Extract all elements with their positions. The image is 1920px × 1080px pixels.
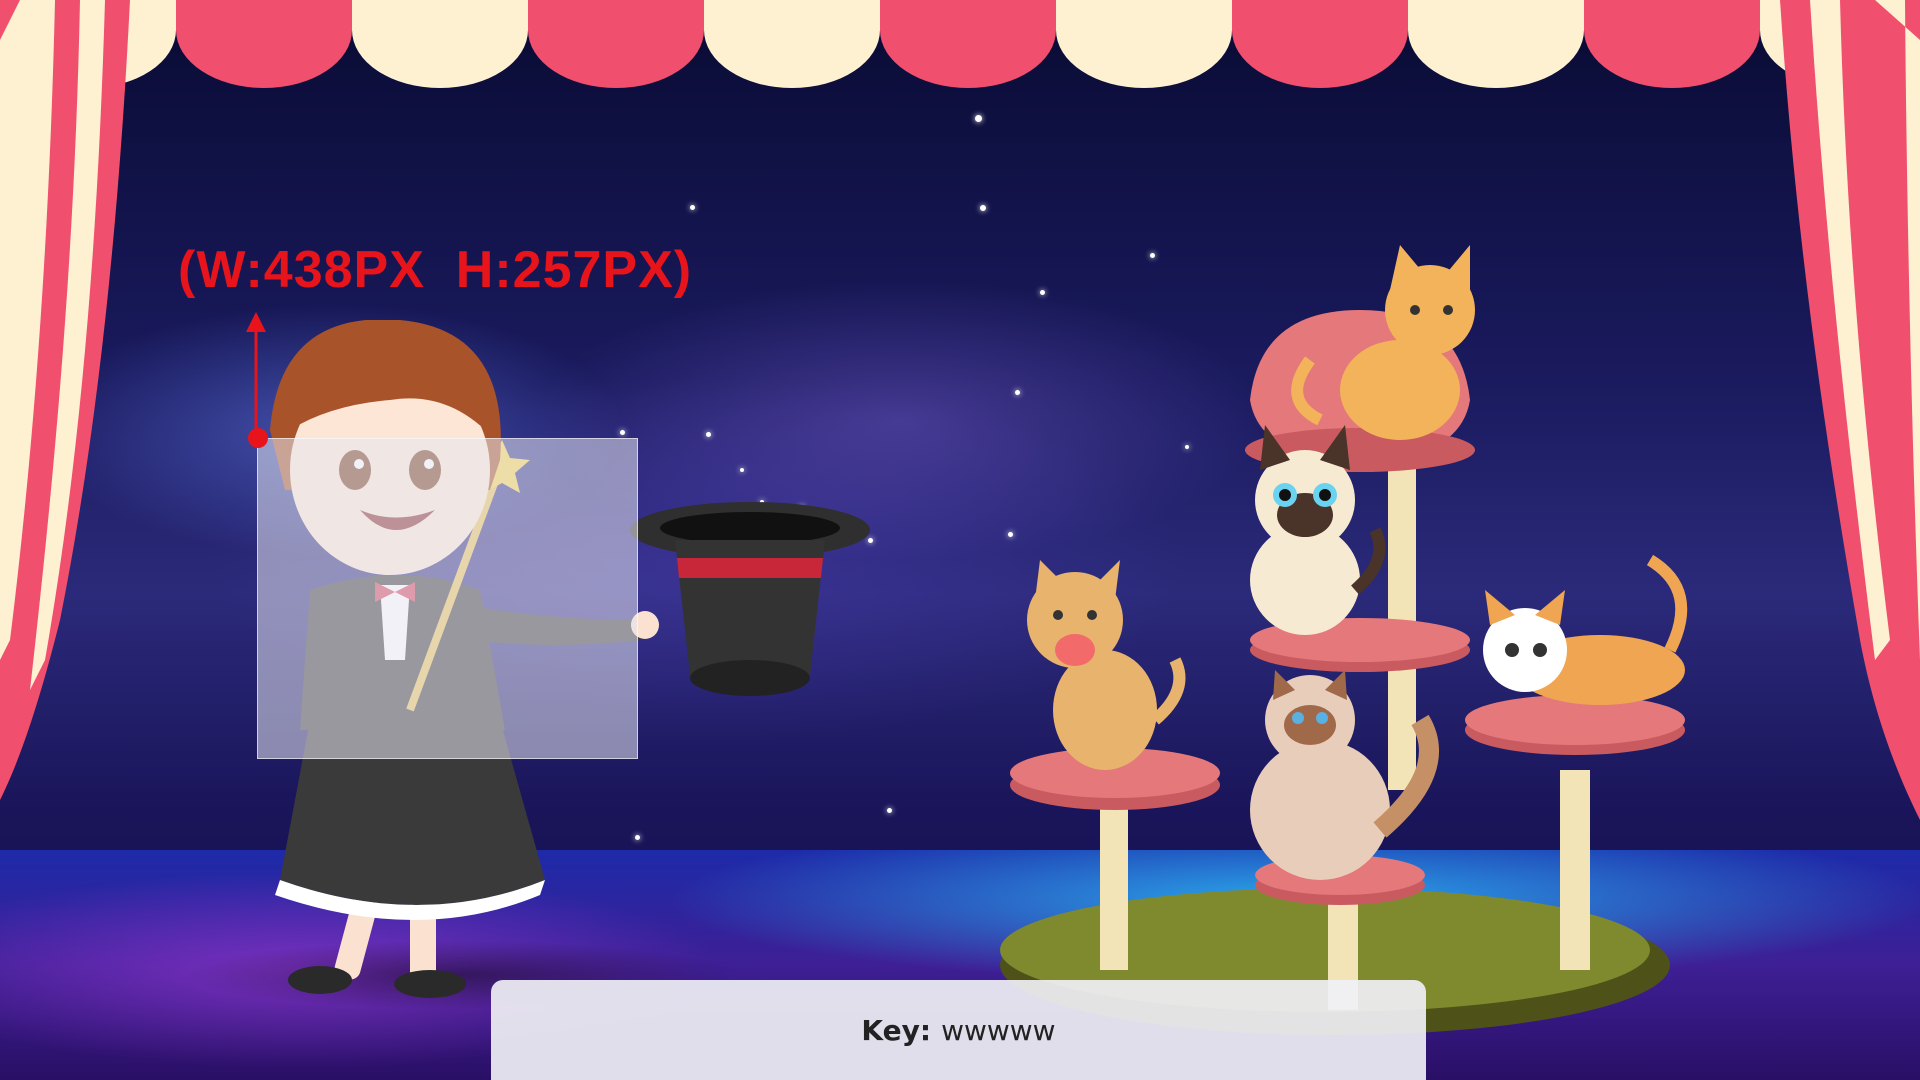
key-text: Key: wwwww bbox=[861, 1014, 1055, 1047]
shoe-left bbox=[288, 966, 352, 994]
key-bar: Key: wwwww bbox=[491, 980, 1426, 1080]
tiger-cat-lying bbox=[1483, 554, 1688, 705]
curtain-valance bbox=[0, 0, 1920, 88]
star bbox=[975, 115, 982, 122]
curtain-left bbox=[0, 0, 130, 800]
selection-box[interactable] bbox=[257, 438, 638, 759]
curtain-right bbox=[1780, 0, 1920, 820]
ginger-cat-left bbox=[1027, 560, 1186, 770]
dimension-annotation: (W:438PX H:257PX) bbox=[178, 241, 693, 299]
cat-tree bbox=[1000, 245, 1688, 1035]
star bbox=[980, 205, 986, 211]
shoe-right bbox=[394, 970, 466, 998]
key-label: Key: bbox=[861, 1013, 932, 1047]
arrow-up-icon bbox=[246, 312, 266, 440]
star bbox=[690, 205, 695, 210]
top-hat bbox=[630, 502, 870, 696]
stage-scene: (W:438PX H:257PX) Key: wwwww bbox=[0, 0, 1920, 1080]
star bbox=[887, 808, 892, 813]
key-value: wwwww bbox=[941, 1013, 1056, 1047]
